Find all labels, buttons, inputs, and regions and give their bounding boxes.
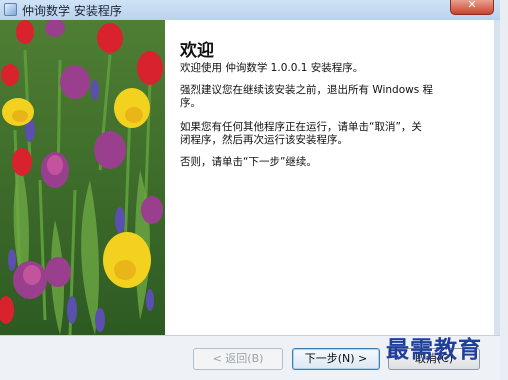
close-icon: ✕ <box>467 0 477 11</box>
continue-hint: 否则，请单击“下一步”继续。 <box>180 156 317 168</box>
back-button[interactable]: < 返回(B) <box>193 348 283 370</box>
next-button[interactable]: 下一步(N) > <box>292 348 380 370</box>
installer-window: 仲询数学 安装程序 ✕ 欢迎 欢迎使用 仲询数学 1.0.0.1 安装程序。 强… <box>0 0 500 380</box>
welcome-heading: 欢迎 <box>180 41 214 61</box>
installer-icon <box>4 3 17 16</box>
welcome-line: 欢迎使用 仲询数学 1.0.0.1 安装程序。 <box>180 62 364 74</box>
window-title: 仲询数学 安装程序 <box>22 4 122 18</box>
close-button[interactable]: ✕ <box>450 0 494 15</box>
cancel-hint-line-1: 如果您有任何其他程序正在运行，请单击“取消”，关 <box>180 121 422 133</box>
welcome-content: 欢迎 欢迎使用 仲询数学 1.0.0.1 安装程序。 强烈建议您在继续该安装之前… <box>165 20 500 335</box>
watermark-logo: 最需教育 <box>386 336 482 363</box>
window-border <box>494 20 500 379</box>
advice-line-2: 序。 <box>180 97 201 109</box>
cancel-hint-line-2: 闭程序，然后再次运行该安装程序。 <box>180 134 348 146</box>
advice-line-1: 强烈建议您在继续该安装之前，退出所有 Windows 程 <box>180 84 434 96</box>
title-bar[interactable]: 仲询数学 安装程序 ✕ <box>0 0 500 21</box>
tulip-banner-image <box>0 20 165 335</box>
tulip-illustration <box>0 20 165 335</box>
